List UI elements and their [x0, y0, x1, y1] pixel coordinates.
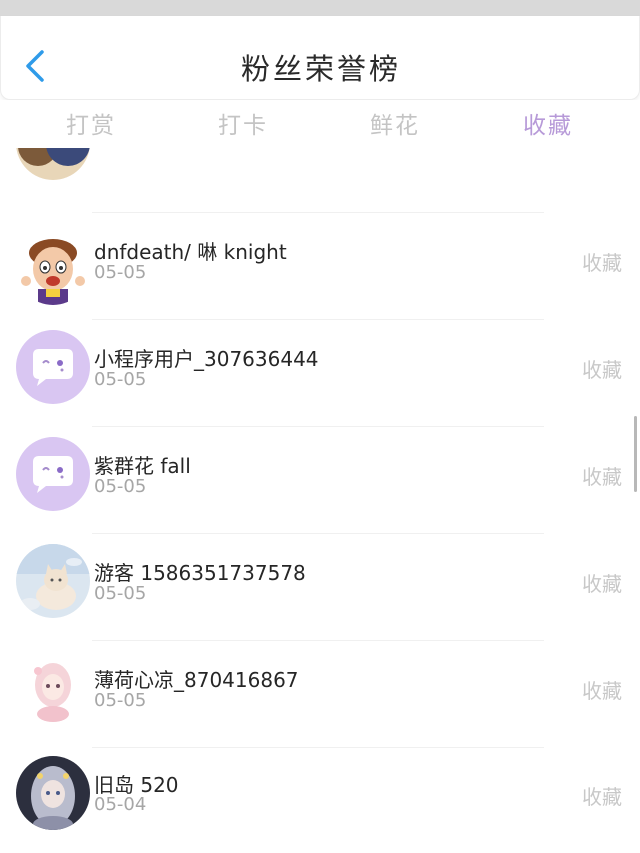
- page-title: 粉丝荣誉榜: [240, 52, 401, 86]
- chat-bubble-avatar: [16, 330, 90, 404]
- fan-list[interactable]: 05-05 dnfdeath/ 啉 knight 05-05 收藏: [0, 148, 640, 853]
- anime-girl-avatar: [16, 651, 90, 725]
- tab-checkin[interactable]: 打卡: [193, 106, 293, 140]
- list-item[interactable]: 05-05: [0, 148, 640, 213]
- list-item-name: 薄荷心凉_870416867: [94, 668, 299, 692]
- list-item-name: 紫群花 fall: [94, 454, 191, 478]
- favorite-label[interactable]: 收藏: [582, 781, 622, 810]
- avatar: [16, 148, 90, 180]
- list-item-date: 05-04: [94, 794, 147, 815]
- list-item-date: 05-05: [94, 690, 147, 711]
- scrollbar[interactable]: [634, 416, 637, 492]
- list-item[interactable]: 薄荷心凉_870416867 05-05 收藏: [0, 641, 640, 748]
- list-item[interactable]: 小程序用户_307636444 05-05 收藏: [0, 320, 640, 427]
- list-item-name: 小程序用户_307636444: [94, 347, 319, 371]
- cat-photo-avatar: [16, 544, 90, 618]
- favorite-label[interactable]: 收藏: [582, 675, 622, 704]
- list-item-date: 05-05: [94, 262, 147, 283]
- tab-favorites[interactable]: 收藏: [498, 106, 598, 140]
- tab-flowers[interactable]: 鲜花: [345, 106, 445, 140]
- cartoon-avatar: [16, 231, 90, 305]
- list-item[interactable]: 紫群花 fall 05-05 收藏: [0, 427, 640, 534]
- list-item-name: dnfdeath/ 啉 knight: [94, 240, 287, 264]
- tab-bar: 打赏 打卡 鲜花 收藏: [0, 100, 640, 148]
- anime-girl-avatar: [16, 756, 90, 830]
- favorite-label[interactable]: 收藏: [582, 354, 622, 383]
- list-item[interactable]: 旧岛 520 05-04 收藏: [0, 748, 640, 853]
- list-item-date: 05-05: [94, 369, 147, 390]
- tab-reward[interactable]: 打赏: [41, 106, 141, 140]
- list-item-date: 05-05: [94, 583, 147, 604]
- list-item-name: 游客 1586351737578: [94, 561, 306, 585]
- favorite-label[interactable]: 收藏: [582, 568, 622, 597]
- list-item[interactable]: dnfdeath/ 啉 knight 05-05 收藏: [0, 213, 640, 320]
- favorite-label[interactable]: 收藏: [582, 461, 622, 490]
- chat-bubble-avatar: [16, 437, 90, 511]
- header-bar: 粉丝荣誉榜: [0, 16, 640, 100]
- list-item[interactable]: 游客 1586351737578 05-05 收藏: [0, 534, 640, 641]
- status-strip: [0, 0, 640, 16]
- list-item-date: 05-05: [94, 476, 147, 497]
- favorite-label[interactable]: 收藏: [582, 247, 622, 276]
